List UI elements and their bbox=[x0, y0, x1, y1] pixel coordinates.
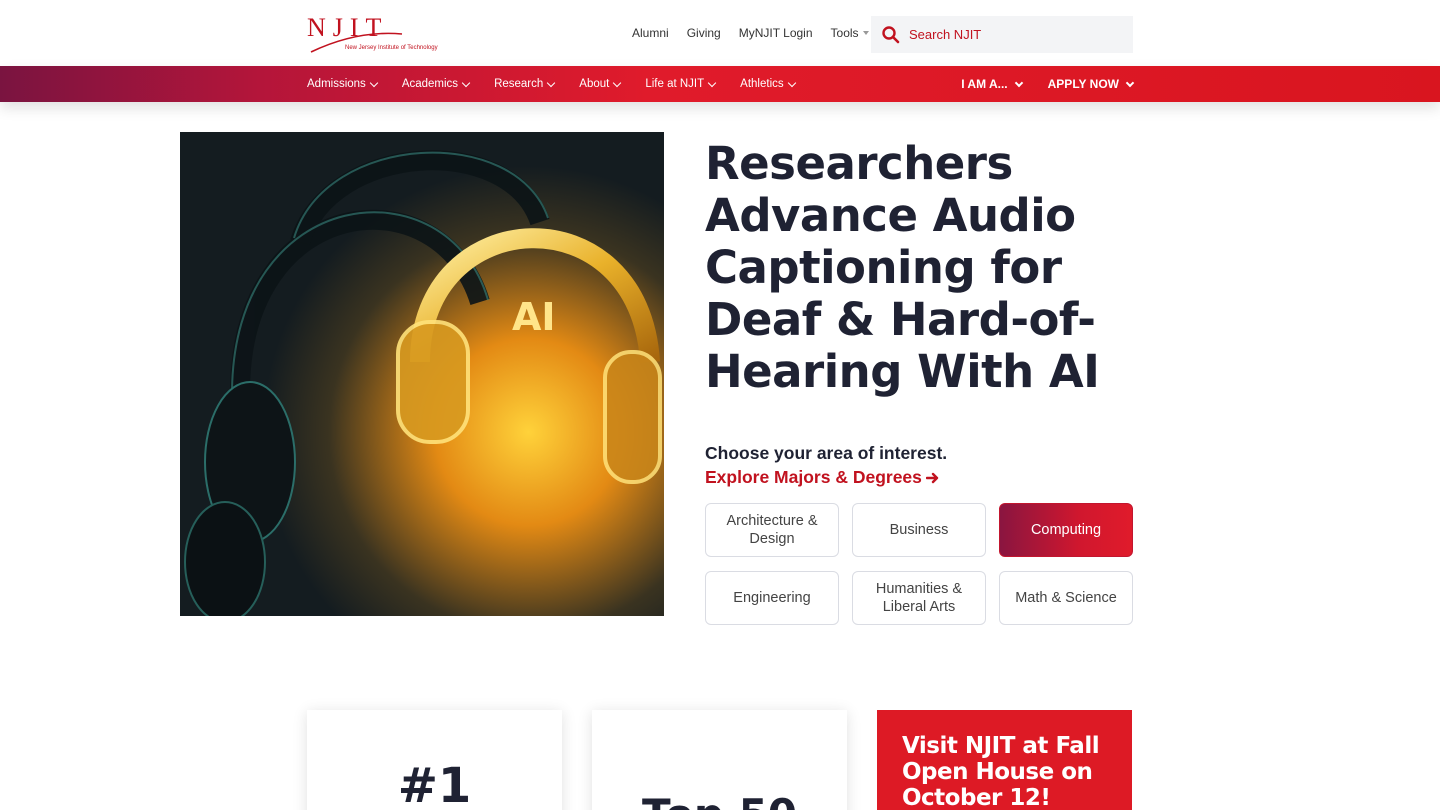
i-am-a-label: I AM A... bbox=[961, 77, 1008, 91]
area-computing-button[interactable]: Computing bbox=[999, 503, 1133, 557]
stat-value: #1 bbox=[397, 758, 472, 810]
area-humanities-liberal-arts-button[interactable]: Humanities & Liberal Arts bbox=[852, 571, 986, 625]
njit-logo[interactable]: NJIT New Jersey Institute of Technology bbox=[307, 12, 457, 56]
area-architecture-design-button[interactable]: Architecture & Design bbox=[705, 503, 839, 557]
explore-majors-label: Explore Majors & Degrees bbox=[705, 467, 922, 487]
chevron-down-icon bbox=[369, 78, 379, 87]
explore-majors-link[interactable]: Explore Majors & Degrees bbox=[705, 467, 940, 488]
main-nav: Admissions Academics Research About Life… bbox=[0, 66, 1440, 102]
logo-wordmark: NJIT bbox=[307, 13, 388, 42]
nav-admissions[interactable]: Admissions bbox=[307, 78, 379, 90]
chevron-down-icon bbox=[613, 78, 622, 87]
chevron-down-icon bbox=[1125, 78, 1135, 87]
i-am-a-dropdown[interactable]: I AM A... bbox=[961, 77, 1023, 91]
giving-link[interactable]: Giving bbox=[687, 26, 721, 40]
nav-label: Life at NJIT bbox=[645, 78, 705, 90]
interest-heading: Choose your area of interest. bbox=[705, 443, 948, 463]
chevron-down-icon bbox=[787, 78, 796, 87]
nav-label: Athletics bbox=[740, 78, 784, 90]
nav-academics[interactable]: Academics bbox=[401, 78, 471, 90]
area-engineering-button[interactable]: Engineering bbox=[705, 571, 839, 625]
promo-text: Visit NJIT at Fall Open House on October… bbox=[902, 733, 1100, 810]
tools-label: Tools bbox=[830, 26, 859, 40]
nav-about[interactable]: About bbox=[579, 78, 622, 90]
stat-card: Top 50 bbox=[592, 710, 847, 810]
nav-athletics[interactable]: Athletics bbox=[740, 78, 796, 90]
search-box[interactable] bbox=[871, 16, 1133, 53]
alumni-link[interactable]: Alumni bbox=[632, 26, 669, 40]
arrow-right-icon bbox=[925, 472, 939, 483]
stat-card: #1 bbox=[307, 710, 562, 810]
area-of-interest-grid: Architecture & Design Business Computing… bbox=[705, 503, 1133, 625]
nav-research[interactable]: Research bbox=[494, 78, 556, 90]
hero-image-ai-headphones[interactable]: AI bbox=[180, 132, 664, 616]
chevron-down-icon bbox=[547, 78, 556, 87]
area-business-button[interactable]: Business bbox=[852, 503, 986, 557]
nav-label: About bbox=[579, 78, 610, 90]
utility-nav: Alumni Giving MyNJIT Login Tools bbox=[632, 0, 887, 66]
chevron-down-icon bbox=[707, 78, 717, 87]
nav-life-at-njit[interactable]: Life at NJIT bbox=[645, 78, 717, 90]
apply-now-dropdown[interactable]: APPLY NOW bbox=[1047, 77, 1135, 91]
logo-tagline: New Jersey Institute of Technology bbox=[345, 45, 438, 51]
hero-headline[interactable]: Researchers Advance Audio Captioning for… bbox=[705, 138, 1135, 398]
nav-label: Admissions bbox=[307, 78, 366, 90]
mynjit-login-link[interactable]: MyNJIT Login bbox=[739, 26, 813, 40]
search-input[interactable] bbox=[909, 27, 1109, 42]
stat-value: Top 50 bbox=[592, 790, 847, 810]
nav-label: Academics bbox=[401, 78, 459, 90]
caret-down-icon bbox=[862, 31, 869, 35]
top-bar: NJIT New Jersey Institute of Technology … bbox=[0, 0, 1440, 66]
search-icon bbox=[882, 25, 900, 43]
chevron-down-icon bbox=[1014, 78, 1023, 87]
apply-now-label: APPLY NOW bbox=[1047, 77, 1119, 91]
nav-label: Research bbox=[494, 78, 544, 90]
tools-dropdown[interactable]: Tools bbox=[831, 26, 869, 40]
image-ai-text: AI bbox=[512, 295, 556, 339]
area-math-science-button[interactable]: Math & Science bbox=[999, 571, 1133, 625]
chevron-down-icon bbox=[461, 78, 471, 87]
open-house-promo-card[interactable]: Visit NJIT at Fall Open House on October… bbox=[877, 710, 1132, 810]
